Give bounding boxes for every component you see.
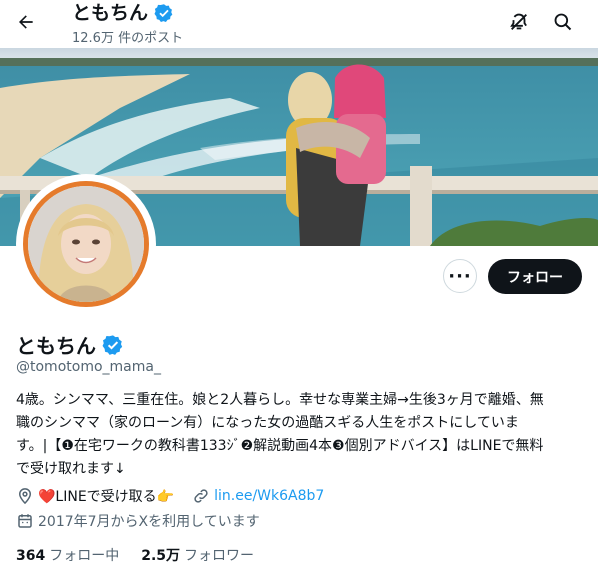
- search-icon: [554, 13, 572, 31]
- back-button[interactable]: [8, 4, 44, 40]
- bell-slash-icon: [510, 13, 527, 30]
- verified-badge-icon[interactable]: [102, 334, 124, 356]
- profile-meta-row: ❤️LINEで受け取る👉 lin.ee/Wk6A8b7: [16, 486, 324, 506]
- profile-name-text: ともちん: [16, 334, 96, 358]
- profile-website-link[interactable]: lin.ee/Wk6A8b7: [214, 488, 324, 504]
- profile-name: ともちん: [16, 330, 124, 359]
- following-count: 364: [16, 548, 46, 564]
- bio-line: で受け取れます↓: [16, 461, 126, 477]
- link-icon: [194, 489, 208, 503]
- arrow-left-icon: [19, 15, 33, 29]
- profile-location: ❤️LINEで受け取る👉: [38, 489, 175, 505]
- follow-button[interactable]: フォロー: [488, 259, 582, 294]
- header-name-text: ともちん: [72, 2, 149, 24]
- avatar[interactable]: [23, 181, 149, 307]
- profile-handle: @tomotomo_mama_: [16, 359, 161, 375]
- followers-label: フォロワー: [184, 548, 255, 564]
- bio-line: す。|【❶在宅ワークの教科書133ｼﾞ❷解説動画4本❸個別アドバイス】はLINE…: [16, 438, 544, 454]
- verified-badge-icon: [154, 4, 173, 22]
- calendar-icon: [18, 514, 32, 528]
- bio-line: 職のシンママ（家のローン有）になった女の過酷スギる人生をポストにしていま: [16, 415, 519, 431]
- profile-topbar: ともちん 12.6万 件のポスト: [0, 0, 606, 48]
- header-name: ともちん: [72, 1, 174, 25]
- search-button[interactable]: [546, 5, 580, 39]
- avatar-container: [16, 174, 156, 314]
- post-count: 12.6万 件のポスト: [72, 31, 184, 46]
- following-stat[interactable]: 364 フォロー中: [16, 545, 119, 565]
- profile-stats: 364 フォロー中 2.5万 フォロワー: [16, 545, 254, 565]
- more-options-button[interactable]: ···: [443, 259, 477, 293]
- profile-bio: 4歳。シンママ、三重在住。娘と2人暮らし。幸せな専業主婦→生後3ヶ月で離婚、無 …: [16, 389, 586, 481]
- followers-stat[interactable]: 2.5万 フォロワー: [141, 545, 254, 565]
- profile-joined-row: 2017年7月からXを利用しています: [16, 511, 260, 531]
- profile-joined-date: 2017年7月からXを利用しています: [38, 514, 260, 530]
- avatar-image: [28, 186, 144, 302]
- notification-toggle-button[interactable]: [502, 5, 536, 39]
- location-pin-icon: [18, 488, 32, 505]
- followers-count: 2.5万: [141, 548, 181, 564]
- following-label: フォロー中: [49, 548, 120, 564]
- bio-line: 4歳。シンママ、三重在住。娘と2人暮らし。幸せな専業主婦→生後3ヶ月で離婚、無: [16, 392, 544, 408]
